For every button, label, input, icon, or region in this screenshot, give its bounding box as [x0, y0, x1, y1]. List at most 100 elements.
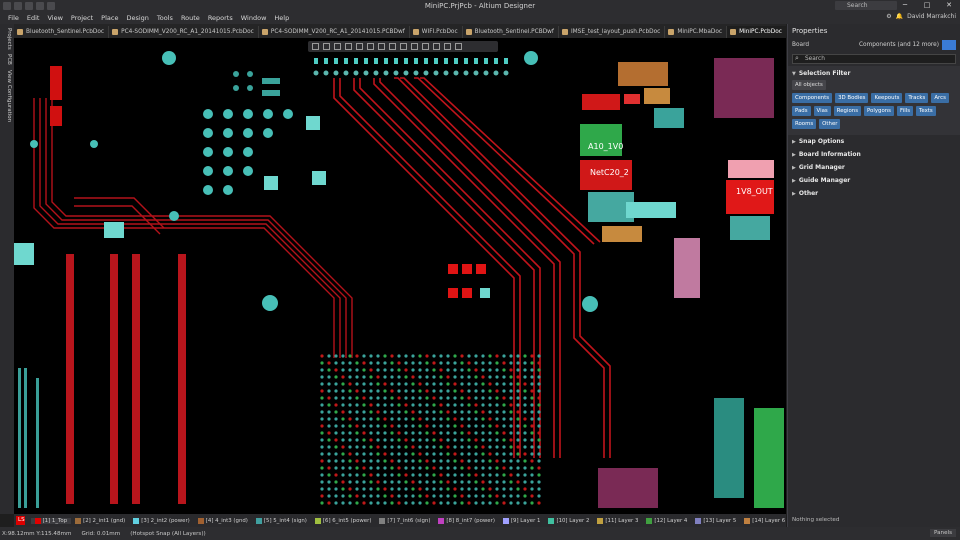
line-icon[interactable]: [455, 43, 462, 50]
global-search-input[interactable]: Search: [835, 1, 897, 10]
layer-tab[interactable]: [13] Layer 5: [691, 517, 740, 524]
open-icon[interactable]: [25, 1, 33, 10]
align-icon[interactable]: [345, 43, 352, 50]
layer-tab[interactable]: [2] 2_int1 (gnd): [71, 517, 129, 524]
layer-tab[interactable]: [4] 4_int3 (gnd): [194, 517, 252, 524]
doc-tab[interactable]: Bluetooth_Sentinel.PCBDwf: [463, 26, 559, 38]
panel-tab-view-configuration[interactable]: View Configuration: [2, 70, 12, 122]
arc-icon[interactable]: [433, 43, 440, 50]
layer-color-swatch: [438, 517, 445, 524]
user-name[interactable]: David Marrakchi: [907, 13, 956, 20]
panel-tab-projects[interactable]: Projects: [2, 28, 12, 50]
menu-reports[interactable]: Reports: [204, 14, 237, 22]
layer-label: [6] 6_int5 (power): [322, 517, 372, 524]
via-icon[interactable]: [422, 43, 429, 50]
menu-view[interactable]: View: [43, 14, 66, 22]
polygon-icon[interactable]: [389, 43, 396, 50]
undo-icon[interactable]: [36, 1, 44, 10]
menu-route[interactable]: Route: [177, 14, 204, 22]
minimize-button[interactable]: ─: [894, 0, 916, 11]
filter-chip-vias[interactable]: Vias: [813, 106, 831, 116]
layer-set-button[interactable]: LS: [16, 516, 25, 525]
maximize-button[interactable]: □: [916, 0, 938, 11]
layer-tab[interactable]: [7] 7_int6 (sign): [375, 517, 434, 524]
section-grid-manager[interactable]: ▶ Grid Manager: [788, 161, 960, 174]
menu-project[interactable]: Project: [67, 14, 97, 22]
layer-tab[interactable]: [5] 5_int4 (sign): [252, 517, 311, 524]
close-button[interactable]: ✕: [938, 0, 960, 11]
menu-window[interactable]: Window: [237, 14, 271, 22]
route-icon[interactable]: [367, 43, 374, 50]
filter-chip-fills[interactable]: Fills: [897, 106, 914, 116]
layer-label: [9] Layer 1: [510, 517, 541, 524]
filter-chip-polygons[interactable]: Polygons: [864, 106, 894, 116]
net-label-a10-1v0[interactable]: A10_1V0: [588, 142, 623, 151]
layer-label: [2] 2_int1 (gnd): [83, 517, 126, 524]
menu-file[interactable]: File: [4, 14, 23, 22]
doc-tab[interactable]: Bluetooth_Sentinel.PcbDoc: [14, 26, 110, 38]
panels-button[interactable]: Panels: [929, 529, 956, 537]
section-snap-options[interactable]: ▶ Snap Options: [788, 135, 960, 148]
save-all-icon[interactable]: [14, 1, 22, 10]
diff-pair-icon[interactable]: [378, 43, 385, 50]
menu-place[interactable]: Place: [97, 14, 122, 22]
filter-chip-components[interactable]: Components: [792, 93, 833, 103]
properties-search-input[interactable]: Search: [792, 54, 956, 64]
menu-tools[interactable]: Tools: [153, 14, 177, 22]
filter-icon[interactable]: [942, 40, 956, 50]
save-icon[interactable]: [3, 1, 11, 10]
menu-design[interactable]: Design: [122, 14, 152, 22]
doc-tab[interactable]: WIFI.PcbDoc: [410, 26, 463, 38]
section-title: Guide Manager: [798, 177, 851, 184]
move-icon[interactable]: [323, 43, 330, 50]
notification-icon[interactable]: 🔔: [896, 13, 903, 20]
all-objects-toggle[interactable]: All objects: [792, 80, 826, 90]
layer-tab[interactable]: [14] Layer 6: [740, 517, 786, 524]
section-guide-manager[interactable]: ▶ Guide Manager: [788, 174, 960, 187]
place-component-icon[interactable]: [356, 43, 363, 50]
grid-size: Grid: 0.01mm: [81, 530, 121, 537]
filter-chip-regions[interactable]: Regions: [833, 106, 861, 116]
components-filter-label[interactable]: Components (and 12 more): [859, 42, 939, 48]
panel-tab-pcb[interactable]: PCB: [2, 54, 12, 65]
layer-tab[interactable]: [11] Layer 3: [593, 517, 642, 524]
section-board-information[interactable]: ▶ Board Information: [788, 148, 960, 161]
selection-filter-header[interactable]: ▼ Selection Filter: [792, 70, 956, 77]
filter-chip-tracks[interactable]: Tracks: [905, 93, 929, 103]
doc-tab[interactable]: IMSE_test_layout_push.PcbDoc: [559, 26, 666, 38]
doc-tab-active[interactable]: MiniPC.PcbDoc: [727, 26, 786, 38]
filter-icon[interactable]: [312, 43, 319, 50]
section-title: Other: [798, 190, 819, 197]
doc-tab[interactable]: MiniPC.MbaDoc: [665, 26, 728, 38]
dimension-icon[interactable]: [444, 43, 451, 50]
filter-chip-other[interactable]: Other: [819, 119, 841, 129]
layer-tab[interactable]: [3] 2_int2 (power): [129, 517, 194, 524]
select-icon[interactable]: [334, 43, 341, 50]
layer-color-swatch: [34, 517, 41, 524]
redo-icon[interactable]: [47, 1, 55, 10]
menu-edit[interactable]: Edit: [23, 14, 44, 22]
user-area: ⚙ 🔔 David Marrakchi: [886, 13, 956, 20]
text-icon[interactable]: [411, 43, 418, 50]
section-other[interactable]: ▶ Other: [788, 187, 960, 200]
filter-chip-arcs[interactable]: Arcs: [931, 93, 949, 103]
net-label-1v8-out[interactable]: 1V8_OUT: [736, 187, 773, 196]
layer-tab[interactable]: [12] Layer 4: [642, 517, 691, 524]
layer-tab[interactable]: [8] 8_int7 (power): [434, 517, 499, 524]
doc-tab[interactable]: PC4-SODIMM_V200_RC_A1_20141015.PCBDwf: [259, 26, 410, 38]
gear-icon[interactable]: ⚙: [886, 13, 891, 20]
fill-icon[interactable]: [400, 43, 407, 50]
filter-chip-keepouts[interactable]: Keepouts: [871, 93, 903, 103]
net-label-netc20-2[interactable]: NetC20_2: [590, 168, 629, 177]
menu-help[interactable]: Help: [270, 14, 293, 22]
filter-chip-rooms[interactable]: Rooms: [792, 119, 817, 129]
filter-chip-texts[interactable]: Texts: [916, 106, 936, 116]
filter-chip-pads[interactable]: Pads: [792, 106, 811, 116]
pcb-canvas[interactable]: A10_1V0 NetC20_2 1V8_OUT: [14, 38, 786, 514]
doc-tab[interactable]: PC4-SODIMM_V200_RC_A1_20141015.PcbDoc: [109, 26, 259, 38]
filter-chip-3d-bodies[interactable]: 3D Bodies: [835, 93, 869, 103]
layer-tab[interactable]: [6] 6_int5 (power): [311, 517, 376, 524]
layer-tab[interactable]: [1] 1_Top: [30, 517, 72, 524]
layer-tab[interactable]: [9] Layer 1: [499, 517, 545, 524]
layer-tab[interactable]: [10] Layer 2: [544, 517, 593, 524]
